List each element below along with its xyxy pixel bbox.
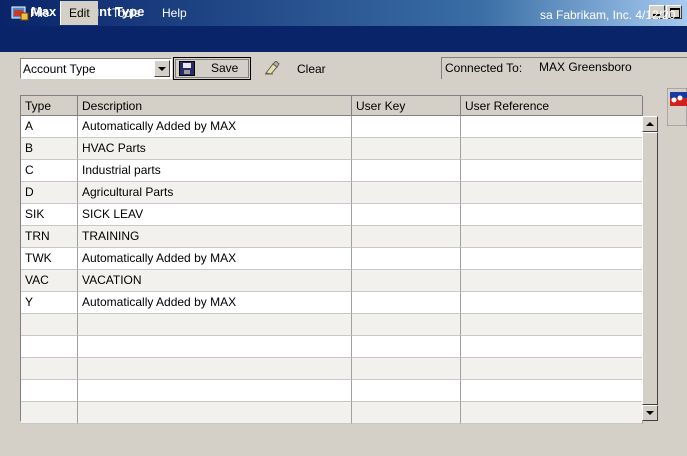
cell-user-key[interactable] — [352, 248, 461, 270]
column-header-type[interactable]: Type — [21, 96, 78, 116]
connected-to-value: MAX Greensboro — [539, 60, 632, 74]
chevron-down-icon[interactable] — [154, 60, 170, 77]
connected-to-label: Connected To: — [445, 61, 523, 75]
cell-type[interactable]: TRN — [21, 226, 78, 248]
cell-type[interactable]: D — [21, 182, 78, 204]
cell-user-key[interactable] — [352, 336, 461, 358]
cell-type[interactable]: TWK — [21, 248, 78, 270]
table-row[interactable] — [21, 380, 643, 402]
save-icon — [179, 61, 195, 76]
cell-user-key[interactable] — [352, 358, 461, 380]
cell-user-reference[interactable] — [461, 204, 643, 226]
cell-description[interactable] — [78, 380, 352, 402]
cell-user-key[interactable] — [352, 292, 461, 314]
cell-description[interactable] — [78, 314, 352, 336]
cell-user-reference[interactable] — [461, 380, 643, 402]
cell-type[interactable]: A — [21, 116, 78, 138]
cell-description[interactable] — [78, 402, 352, 424]
cell-user-reference[interactable] — [461, 358, 643, 380]
cell-user-key[interactable] — [352, 160, 461, 182]
menu-tools[interactable]: Tools — [107, 5, 145, 21]
cell-user-key[interactable] — [352, 402, 461, 424]
table-row[interactable]: TRN TRAINING — [21, 226, 643, 248]
menu-help[interactable]: Help — [157, 5, 192, 21]
cell-description[interactable]: Automatically Added by MAX — [78, 292, 352, 314]
save-button[interactable]: Save — [173, 57, 251, 80]
navigation-icon[interactable] — [667, 88, 687, 126]
table-row[interactable]: A Automatically Added by MAX — [21, 116, 643, 138]
cell-user-reference[interactable] — [461, 226, 643, 248]
cell-description[interactable]: Automatically Added by MAX — [78, 248, 352, 270]
cell-type[interactable]: Y — [21, 292, 78, 314]
cell-description[interactable]: Industrial parts — [78, 160, 352, 182]
vertical-scrollbar[interactable] — [642, 116, 658, 421]
table-row[interactable]: C Industrial parts — [21, 160, 643, 182]
cell-description[interactable]: SICK LEAV — [78, 204, 352, 226]
menu-edit[interactable]: Edit — [60, 1, 98, 25]
cell-user-reference[interactable] — [461, 182, 643, 204]
cell-type[interactable] — [21, 380, 78, 402]
cell-user-key[interactable] — [352, 204, 461, 226]
table-row[interactable]: SIK SICK LEAV — [21, 204, 643, 226]
cell-description[interactable]: Automatically Added by MAX — [78, 116, 352, 138]
cell-description[interactable] — [78, 336, 352, 358]
cell-description[interactable]: Agricultural Parts — [78, 182, 352, 204]
cell-user-reference[interactable] — [461, 270, 643, 292]
cell-user-reference[interactable] — [461, 314, 643, 336]
cell-user-key[interactable] — [352, 314, 461, 336]
cell-user-key[interactable] — [352, 182, 461, 204]
save-button-label: Save — [211, 61, 239, 75]
cell-type[interactable] — [21, 336, 78, 358]
table-row[interactable] — [21, 336, 643, 358]
cell-user-key[interactable] — [352, 226, 461, 248]
cell-description[interactable]: HVAC Parts — [78, 138, 352, 160]
cell-user-reference[interactable] — [461, 138, 643, 160]
column-header-user-reference[interactable]: User Reference — [461, 96, 643, 116]
cell-user-reference[interactable] — [461, 292, 643, 314]
cell-user-reference[interactable] — [461, 248, 643, 270]
connection-status-panel: Connected To: MAX Greensboro — [441, 57, 687, 79]
table-row[interactable]: TWK Automatically Added by MAX — [21, 248, 643, 270]
cell-type[interactable]: SIK — [21, 204, 78, 226]
cell-description[interactable]: VACATION — [78, 270, 352, 292]
cell-type[interactable]: VAC — [21, 270, 78, 292]
cell-type[interactable] — [21, 314, 78, 336]
cell-description[interactable] — [78, 358, 352, 380]
menu-bar — [0, 26, 687, 52]
scroll-thumb[interactable] — [642, 132, 658, 405]
cell-type[interactable] — [21, 358, 78, 380]
column-header-description[interactable]: Description — [78, 96, 352, 116]
cell-user-key[interactable] — [352, 380, 461, 402]
menu-file[interactable]: File — [25, 5, 54, 21]
scroll-up-icon[interactable] — [642, 116, 658, 132]
column-header-user-key[interactable]: User Key — [352, 96, 461, 116]
account-type-select[interactable]: Account Type — [20, 58, 172, 79]
cell-user-reference[interactable] — [461, 402, 643, 424]
user-company-date-status: sa Fabrikam, Inc. 4/12/20 — [540, 8, 676, 22]
table-row[interactable] — [21, 358, 643, 380]
cell-user-key[interactable] — [352, 138, 461, 160]
clear-icon — [265, 61, 280, 75]
clear-button[interactable]: Clear — [256, 58, 339, 80]
cell-type[interactable] — [21, 402, 78, 424]
table-row[interactable]: D Agricultural Parts — [21, 182, 643, 204]
table-row[interactable] — [21, 402, 643, 424]
scroll-down-icon[interactable] — [642, 405, 658, 421]
account-type-grid[interactable]: Type Description User Key User Reference… — [20, 95, 643, 424]
cell-user-reference[interactable] — [461, 160, 643, 182]
cell-user-key[interactable] — [352, 116, 461, 138]
table-row[interactable]: Y Automatically Added by MAX — [21, 292, 643, 314]
cell-user-key[interactable] — [352, 270, 461, 292]
table-row[interactable]: B HVAC Parts — [21, 138, 643, 160]
account-type-select-value: Account Type — [23, 62, 96, 76]
cell-type[interactable]: B — [21, 138, 78, 160]
cell-description[interactable]: TRAINING — [78, 226, 352, 248]
cell-user-reference[interactable] — [461, 116, 643, 138]
clear-button-label: Clear — [297, 62, 326, 76]
cell-type[interactable]: C — [21, 160, 78, 182]
cell-user-reference[interactable] — [461, 336, 643, 358]
table-row[interactable]: VAC VACATION — [21, 270, 643, 292]
table-row[interactable] — [21, 314, 643, 336]
